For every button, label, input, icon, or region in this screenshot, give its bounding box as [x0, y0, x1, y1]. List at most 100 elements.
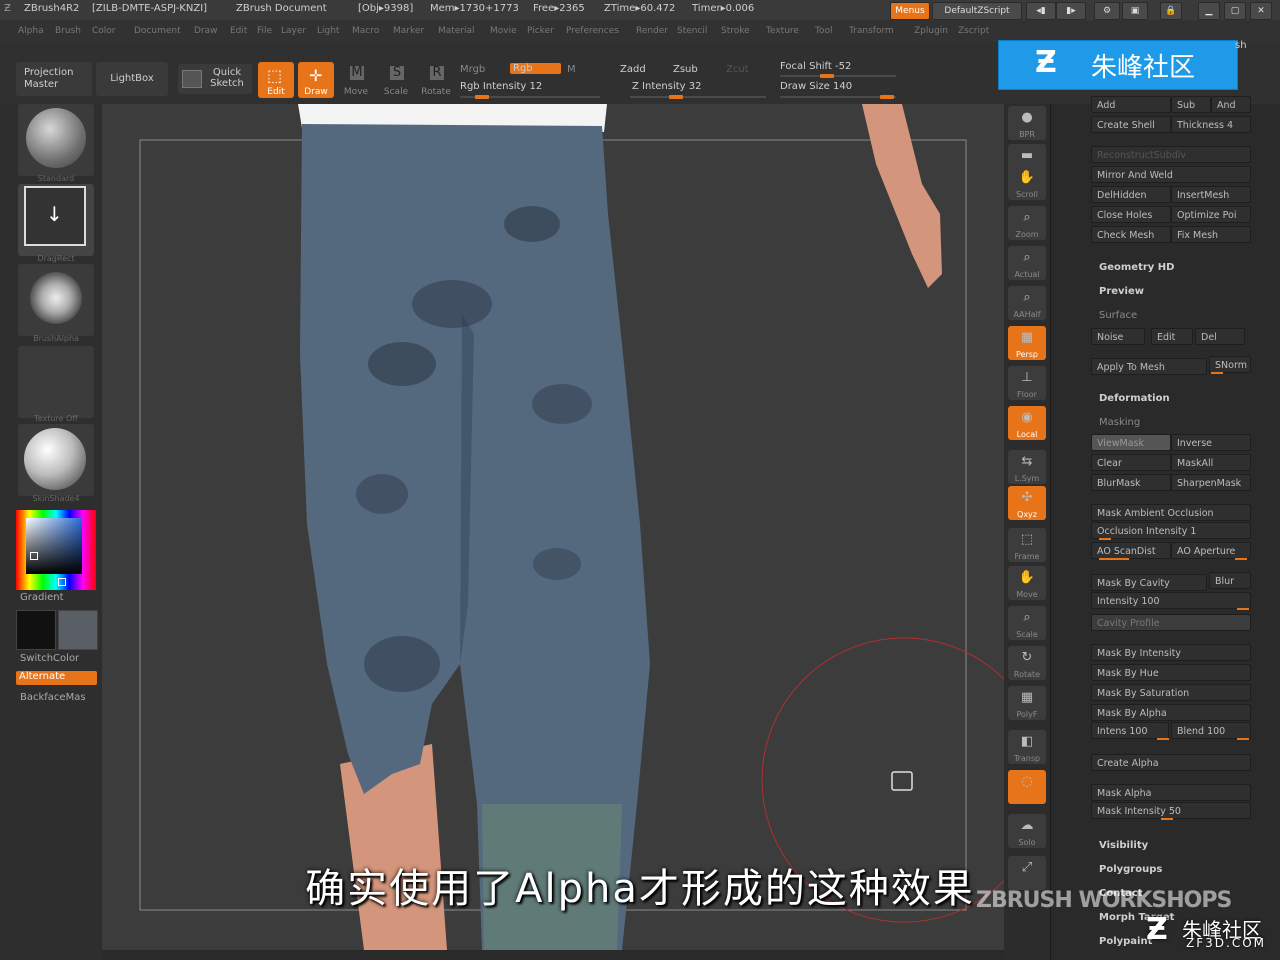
- maskall-button[interactable]: MaskAll: [1171, 454, 1251, 471]
- intens-slider[interactable]: Intens 100: [1091, 722, 1169, 739]
- optimize-points-button[interactable]: Optimize Poi: [1171, 206, 1251, 223]
- cavity-intensity-slider[interactable]: Intensity 100: [1091, 592, 1251, 609]
- menu-stencil[interactable]: Stencil: [677, 26, 707, 36]
- z-intensity-slider[interactable]: Z Intensity 32: [632, 81, 701, 92]
- ao-aperture-slider[interactable]: AO Aperture: [1171, 542, 1251, 559]
- primary-color-swatch[interactable]: [16, 610, 56, 650]
- create-alpha-button[interactable]: Create Alpha: [1091, 754, 1251, 771]
- noise-edit-button[interactable]: Edit: [1151, 328, 1193, 345]
- blurmask-button[interactable]: BlurMask: [1091, 474, 1171, 491]
- scandist-knob[interactable]: [1099, 558, 1129, 560]
- lock-icon[interactable]: 🔒: [1160, 2, 1182, 20]
- switchcolor-button[interactable]: SwitchColor: [20, 653, 79, 664]
- menu-render[interactable]: Render: [636, 26, 668, 36]
- color-picker[interactable]: [16, 510, 96, 590]
- menu-material[interactable]: Material: [438, 26, 475, 36]
- menus-toggle[interactable]: Menus: [890, 2, 930, 20]
- canvas-viewport[interactable]: [102, 104, 1004, 950]
- focal-shift-slider[interactable]: Focal Shift -52: [780, 61, 851, 72]
- mask-by-hue-button[interactable]: Mask By Hue: [1091, 664, 1251, 681]
- menu-macro[interactable]: Macro: [352, 26, 379, 36]
- shelf-persp-button[interactable]: ▦ Persp: [1008, 326, 1046, 360]
- visibility-header[interactable]: Visibility: [1099, 840, 1148, 851]
- m-toggle[interactable]: M: [567, 64, 576, 75]
- create-shell-button[interactable]: Create Shell: [1091, 116, 1171, 133]
- menu-file[interactable]: File: [257, 26, 272, 36]
- apply-to-mesh-button[interactable]: Apply To Mesh: [1091, 358, 1207, 375]
- shelf-zoom-button[interactable]: ⌕ Zoom: [1008, 206, 1046, 240]
- draw-size-slider[interactable]: Draw Size 140: [780, 81, 852, 92]
- shelf-lsym-button[interactable]: ⇆ L.Sym: [1008, 450, 1046, 484]
- intens-knob[interactable]: [1157, 738, 1169, 740]
- thickness-slider[interactable]: Thickness 4: [1171, 116, 1251, 133]
- cavity-profile-button[interactable]: Cavity Profile: [1091, 614, 1251, 631]
- menu-movie[interactable]: Movie: [490, 26, 517, 36]
- rgb-toggle[interactable]: Rgb: [510, 63, 561, 74]
- ao-scandist-slider[interactable]: AO ScanDist: [1091, 542, 1171, 559]
- mask-ambient-occlusion-button[interactable]: Mask Ambient Occlusion: [1091, 504, 1251, 521]
- projection-master-button[interactable]: Projection Master: [16, 62, 92, 96]
- mask-intensity-knob[interactable]: [1161, 818, 1173, 820]
- draw-size-track[interactable]: [780, 95, 896, 99]
- shelf-polyf-button[interactable]: ▦ PolyF: [1008, 686, 1046, 720]
- occlusion-intensity-slider[interactable]: Occlusion Intensity 1: [1091, 522, 1251, 539]
- menu-color[interactable]: Color: [92, 26, 116, 36]
- default-zscript-button[interactable]: DefaultZScript: [932, 2, 1022, 20]
- mask-intensity-slider[interactable]: Mask Intensity 50: [1091, 802, 1251, 819]
- deformation-header[interactable]: Deformation: [1099, 393, 1170, 404]
- move-mode-button[interactable]: M Move: [338, 62, 374, 98]
- menu-zplugin[interactable]: Zplugin: [914, 26, 948, 36]
- menu-marker[interactable]: Marker: [393, 26, 424, 36]
- mask-alpha-button[interactable]: Mask Alpha: [1091, 784, 1251, 801]
- layout-icon[interactable]: ⚙: [1094, 2, 1120, 20]
- sub-button[interactable]: Sub: [1171, 96, 1211, 113]
- rgb-intensity-knob[interactable]: [475, 95, 489, 99]
- menu-texture[interactable]: Texture: [766, 26, 799, 36]
- mask-by-intensity-button[interactable]: Mask By Intensity: [1091, 644, 1251, 661]
- draw-size-knob[interactable]: [880, 95, 894, 99]
- secondary-color-swatch[interactable]: [58, 610, 98, 650]
- noise-del-button[interactable]: Del: [1195, 328, 1245, 345]
- check-mesh-button[interactable]: Check Mesh: [1091, 226, 1171, 243]
- scale-mode-button[interactable]: S Scale: [378, 62, 414, 98]
- shelf-scale-button[interactable]: ⌕ Scale: [1008, 606, 1046, 640]
- menu-stroke[interactable]: Stroke: [721, 26, 750, 36]
- focal-shift-track[interactable]: [780, 74, 896, 78]
- minimize-icon[interactable]: ▁: [1198, 2, 1220, 20]
- mask-by-saturation-button[interactable]: Mask By Saturation: [1091, 684, 1251, 701]
- snorm-knob[interactable]: [1211, 372, 1223, 374]
- cavity-intensity-knob[interactable]: [1237, 608, 1249, 610]
- alternate-toggle[interactable]: Alternate: [16, 671, 97, 685]
- shelf-scroll-button[interactable]: ✋ Scroll: [1008, 166, 1046, 200]
- rotate-mode-button[interactable]: R Rotate: [418, 62, 454, 98]
- menu-draw[interactable]: Draw: [194, 26, 218, 36]
- alpha-picker[interactable]: [18, 264, 94, 336]
- mirror-and-weld-button[interactable]: Mirror And Weld: [1091, 166, 1251, 183]
- menu-layer[interactable]: Layer: [281, 26, 306, 36]
- inverse-button[interactable]: Inverse: [1171, 434, 1251, 451]
- delhidden-button[interactable]: DelHidden: [1091, 186, 1171, 203]
- shelf-xyz-button[interactable]: ✣ Qxyz: [1008, 486, 1046, 520]
- shelf-actual-button[interactable]: ⌕ Actual: [1008, 246, 1046, 280]
- rgb-intensity-track[interactable]: [460, 95, 600, 99]
- lightbox-button[interactable]: LightBox: [96, 62, 168, 96]
- mrgb-toggle[interactable]: Mrgb: [460, 64, 485, 75]
- color-square[interactable]: [26, 518, 82, 574]
- fix-mesh-button[interactable]: Fix Mesh: [1171, 226, 1251, 243]
- shelf-transp-button[interactable]: ◧ Transp: [1008, 730, 1046, 764]
- menu-alpha[interactable]: Alpha: [18, 26, 44, 36]
- maximize-icon[interactable]: ▢: [1224, 2, 1246, 20]
- polypaint-header[interactable]: Polypaint: [1099, 936, 1152, 947]
- occlusion-knob[interactable]: [1099, 538, 1111, 540]
- shelf-frame-button[interactable]: ⬚ Frame: [1008, 528, 1046, 562]
- palette-next-icon[interactable]: ▮▸: [1056, 2, 1086, 20]
- menu-preferences[interactable]: Preferences: [566, 26, 619, 36]
- close-holes-button[interactable]: Close Holes: [1091, 206, 1171, 223]
- close-icon[interactable]: ✕: [1250, 2, 1272, 20]
- shelf-solo-button[interactable]: ☁ Solo: [1008, 814, 1046, 848]
- material-picker[interactable]: [18, 424, 94, 496]
- texture-picker[interactable]: [18, 346, 94, 418]
- surface-header[interactable]: Surface: [1099, 310, 1137, 321]
- shelf-bpr-button[interactable]: ● BPR: [1008, 106, 1046, 140]
- colors-icon[interactable]: ▣: [1122, 2, 1148, 20]
